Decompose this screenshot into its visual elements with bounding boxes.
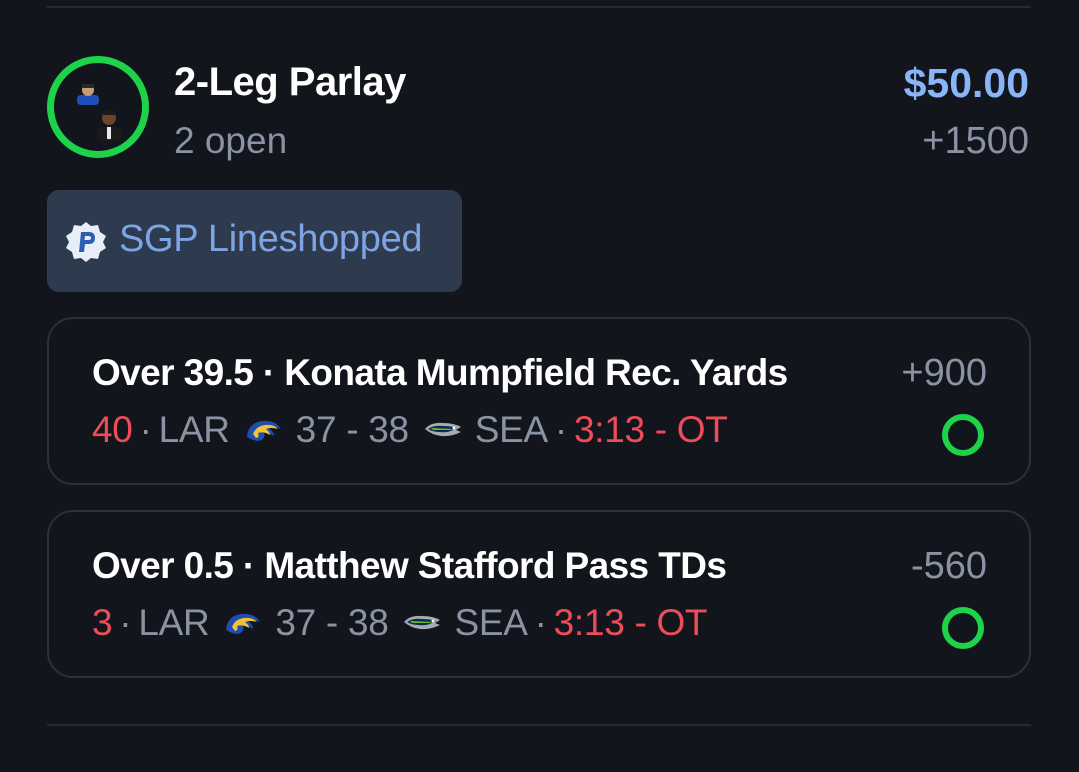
home-team: LAR <box>158 409 230 450</box>
away-team: SEA <box>474 409 548 450</box>
separator-dot: · <box>119 602 132 643</box>
top-divider <box>47 6 1031 8</box>
leg-selection: Over 0.5 · Matthew Stafford Pass TDs <box>92 545 727 586</box>
separator-dot: · <box>534 602 547 643</box>
game-score: 37 - 38 <box>275 602 389 643</box>
bet-stake: $50.00 <box>903 60 1029 106</box>
sgp-p-icon <box>66 222 106 262</box>
open-circle-icon <box>942 414 984 456</box>
rams-logo-icon <box>226 613 261 634</box>
separator-dot: · <box>139 409 152 450</box>
leg-odds: +900 <box>901 352 987 394</box>
bet-odds: +1500 <box>922 120 1029 162</box>
parlay-leg-card[interactable]: Over 0.5 · Matthew Stafford Pass TDs -56… <box>47 510 1031 678</box>
open-circle-icon <box>942 607 984 649</box>
seahawks-logo-icon <box>404 615 441 630</box>
leg-live-status: 3 · LAR 37 - 38 SEA · 3:13 - OT <box>92 602 708 644</box>
leg-current-stat: 3 <box>92 602 113 643</box>
home-team: LAR <box>138 602 210 643</box>
player-headshot-icon <box>97 110 121 141</box>
leg-current-stat: 40 <box>92 409 133 450</box>
separator-dot: · <box>554 409 567 450</box>
leg-selection: Over 39.5 · Konata Mumpfield Rec. Yards <box>92 352 788 393</box>
leg-odds: -560 <box>910 545 987 587</box>
sgp-lineshopped-badge[interactable]: SGP Lineshopped <box>47 190 462 292</box>
seahawks-logo-icon <box>424 422 461 437</box>
game-score: 37 - 38 <box>295 409 409 450</box>
bottom-divider <box>47 724 1031 726</box>
bet-open-count: 2 open <box>174 120 288 161</box>
parlay-avatar <box>47 56 149 158</box>
bet-slip-page: 2-Leg Parlay 2 open $50.00 +1500 SGP Lin… <box>0 0 1079 772</box>
parlay-leg-card[interactable]: Over 39.5 · Konata Mumpfield Rec. Yards … <box>47 317 1031 485</box>
away-team: SEA <box>454 602 528 643</box>
rams-logo-icon <box>246 420 281 441</box>
player-headshot-icon <box>77 84 99 105</box>
leg-live-status: 40 · LAR 37 - 38 SEA · 3:13 - OT <box>92 409 728 451</box>
game-clock: 3:13 - OT <box>553 602 708 643</box>
game-clock: 3:13 - OT <box>573 409 728 450</box>
bet-title: 2-Leg Parlay <box>174 60 406 104</box>
sgp-badge-label: SGP Lineshopped <box>119 218 423 260</box>
